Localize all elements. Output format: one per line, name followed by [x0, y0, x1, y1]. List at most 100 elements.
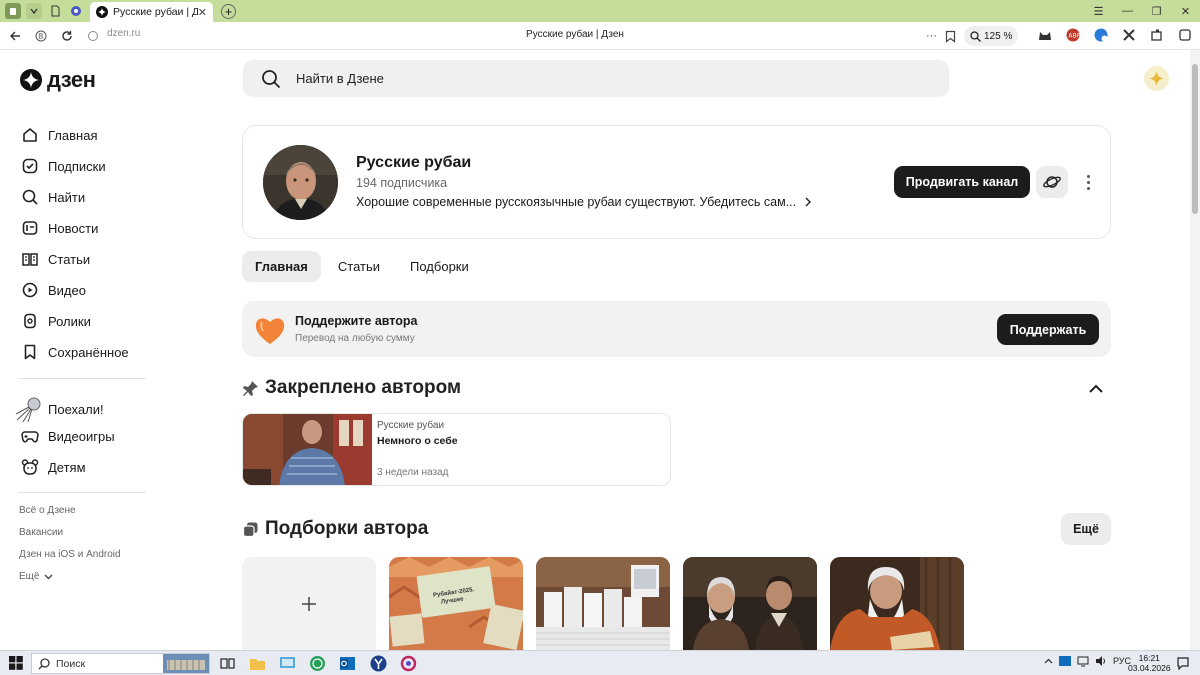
more-actions-icon[interactable]: ···	[926, 30, 937, 42]
whatsapp-icon[interactable]	[309, 655, 326, 672]
url-text[interactable]: dzen.ru	[107, 28, 140, 39]
bookmark-icon	[20, 342, 40, 362]
sidebar-item-saved[interactable]: Сохранённое	[20, 342, 129, 362]
channel-network-button[interactable]	[1036, 166, 1068, 198]
sidebar-item-news[interactable]: Новости	[20, 218, 98, 238]
add-collection-button[interactable]	[242, 557, 376, 650]
tab-articles[interactable]: Статьи	[325, 251, 393, 282]
tab-active[interactable]: Русские рубаи | Дзен ✕	[90, 2, 213, 22]
sidebar-item-home[interactable]: Главная	[20, 125, 97, 145]
new-tab-button[interactable]: +	[221, 3, 236, 19]
close-tab-icon[interactable]: ✕	[198, 6, 207, 19]
taskbar-search-input[interactable]: Поиск	[31, 653, 210, 674]
collection-card[interactable]	[830, 557, 964, 650]
planet-icon	[1043, 176, 1061, 188]
network-icon[interactable]	[1077, 655, 1089, 667]
back-button[interactable]	[2, 23, 28, 49]
collections-heading: Подборки автора	[242, 518, 428, 540]
sidebar-item-search[interactable]: Найти	[20, 187, 85, 207]
sidebar-item-label: Подписки	[48, 158, 106, 174]
search-input[interactable]: Найти в Дзене	[243, 60, 949, 97]
ai-assistant-button[interactable]	[1144, 66, 1169, 91]
window-controls: ☰ — ❐ ✕	[1084, 0, 1200, 22]
pinned-thumbnail	[243, 414, 372, 485]
browser-menu-icon[interactable]	[5, 3, 21, 19]
sidebar-item-games[interactable]: Видеоигры	[20, 426, 115, 446]
restore-icon[interactable]: ❐	[1142, 5, 1171, 18]
collections-stack-icon	[242, 522, 258, 537]
heart-icon	[255, 318, 285, 344]
page-scrollbar[interactable]	[1190, 50, 1200, 650]
collection-thumbnail	[683, 557, 817, 650]
zoom-indicator[interactable]: 125 %	[964, 26, 1019, 46]
collections-icon[interactable]	[1176, 26, 1194, 44]
footer-more-button[interactable]: Ещё	[19, 571, 53, 582]
collection-card[interactable]	[536, 557, 670, 650]
gamepad-icon	[20, 426, 40, 446]
browser-tab-strip: Русские рубаи | Дзен ✕ + ☰ — ❐ ✕	[0, 0, 1200, 22]
reload-button[interactable]	[54, 23, 80, 49]
channel-description[interactable]: Хорошие современные русскоязычные рубаи …	[356, 195, 812, 209]
taskbar-clock[interactable]: 16:21 03.04.2026	[1128, 653, 1171, 673]
notifications-icon[interactable]	[1176, 656, 1190, 670]
collection-card[interactable]	[683, 557, 817, 650]
sidebar-item-articles[interactable]: Статьи	[20, 249, 90, 269]
sidebar-item-label: Новости	[48, 220, 99, 236]
pinned-article-card[interactable]: Русские рубаи Немного о себе 3 недели на…	[242, 413, 671, 486]
bookmark-icon[interactable]	[945, 30, 956, 43]
channel-avatar[interactable]	[263, 145, 338, 220]
channel-name[interactable]: Русские рубаи	[356, 154, 471, 172]
sidebar-item-video[interactable]: Видео	[20, 280, 86, 300]
tray-outlook-icon[interactable]	[1059, 655, 1071, 667]
support-button[interactable]: Поддержать	[997, 314, 1099, 345]
close-window-icon[interactable]: ✕	[1171, 5, 1200, 18]
extension-adblock-icon[interactable]: ABP	[1064, 26, 1082, 44]
windows-start-icon[interactable]	[9, 656, 23, 670]
pinned-tab-doc-icon[interactable]	[47, 3, 63, 19]
sidebar-item-kids[interactable]: Детям	[20, 457, 86, 477]
collection-card[interactable]: Рубайат-2025. Лучшее	[389, 557, 523, 650]
yandex-browser-icon[interactable]	[370, 655, 387, 672]
pinned-title[interactable]: Немного о себе	[377, 435, 458, 447]
chevron-up-icon[interactable]	[1044, 658, 1053, 664]
sidebar-item-subscriptions[interactable]: Подписки	[20, 156, 106, 176]
collapse-chevron-icon[interactable]	[1086, 380, 1106, 398]
svg-text:8: 8	[38, 32, 43, 41]
footer-link-apps[interactable]: Дзен на iOS и Android	[19, 549, 121, 560]
sidebar-item-poekhali[interactable]: Поехали!	[15, 394, 104, 424]
extensions-icon[interactable]	[1148, 26, 1166, 44]
address-actions: ··· 125 %	[926, 25, 1019, 47]
promote-channel-button[interactable]: Продвигать канал	[894, 166, 1030, 198]
pinned-tab-app-icon[interactable]	[68, 3, 84, 19]
minimize-icon[interactable]: —	[1113, 5, 1142, 17]
dzen-logo[interactable]: дзен	[20, 67, 96, 93]
scrollbar-thumb[interactable]	[1192, 64, 1198, 214]
app-c-icon[interactable]	[400, 655, 417, 672]
tab-home[interactable]: Главная	[242, 251, 321, 282]
footer-link-jobs[interactable]: Вакансии	[19, 527, 63, 538]
search-icon	[262, 69, 281, 88]
subscriber-count: 194 подписчика	[356, 176, 448, 190]
sidebar-item-shorts[interactable]: Ролики	[20, 311, 91, 331]
pinned-source: Русские рубаи	[377, 420, 445, 431]
extension-globe-icon[interactable]	[1092, 26, 1110, 44]
outlook-icon[interactable]	[339, 655, 356, 672]
task-view-icon[interactable]	[219, 655, 236, 672]
extension-tools-icon[interactable]	[1120, 26, 1138, 44]
volume-icon[interactable]	[1095, 655, 1107, 667]
home-icon	[20, 125, 40, 145]
remote-desktop-icon[interactable]	[279, 655, 296, 672]
site-info-icon[interactable]	[80, 23, 106, 49]
file-explorer-icon[interactable]	[249, 655, 266, 672]
channel-tabs: Главная Статьи Подборки	[242, 251, 482, 282]
tab-collections[interactable]: Подборки	[397, 251, 482, 282]
articles-icon	[20, 249, 40, 269]
extension-cat-icon[interactable]	[1036, 26, 1054, 44]
more-options-button[interactable]	[1078, 172, 1098, 192]
collections-more-button[interactable]: Ещё	[1061, 513, 1111, 545]
tabs-dropdown-icon[interactable]	[26, 3, 42, 19]
protect-icon[interactable]: 8	[28, 23, 54, 49]
address-bar: 8 dzen.ru Русские рубаи | Дзен ··· 125 %…	[0, 22, 1200, 50]
footer-link-about[interactable]: Всё о Дзене	[19, 505, 76, 516]
browser-menu-icon[interactable]: ☰	[1084, 5, 1113, 18]
